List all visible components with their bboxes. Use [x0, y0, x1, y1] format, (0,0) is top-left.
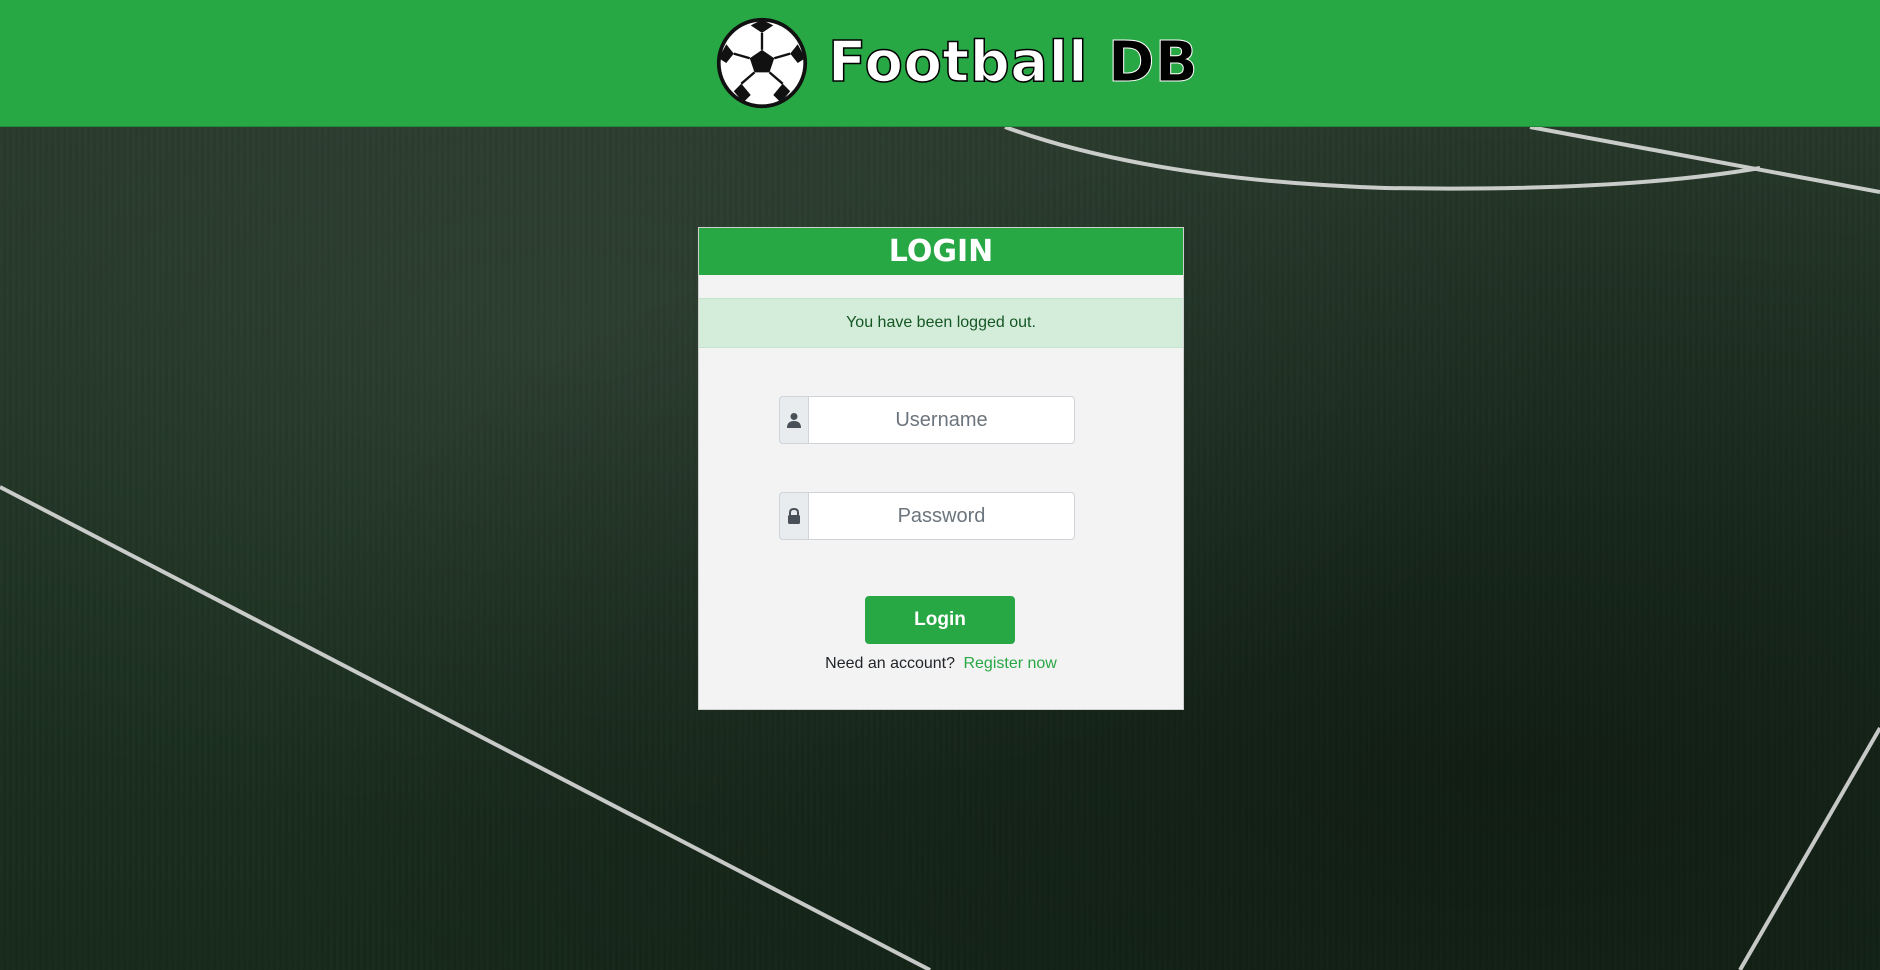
soccer-ball-icon — [716, 17, 808, 109]
logout-alert: You have been logged out. — [699, 298, 1183, 348]
username-group — [779, 396, 1075, 444]
register-prompt: Need an account? — [825, 655, 956, 672]
brand-title-first: Football — [827, 30, 1088, 95]
password-input[interactable] — [808, 492, 1075, 540]
register-link[interactable]: Register now — [963, 655, 1056, 672]
username-input[interactable] — [808, 396, 1075, 444]
password-group — [779, 492, 1075, 540]
brand-title: Football DB — [827, 34, 1198, 92]
brand-logo[interactable]: Football DB — [710, 16, 1198, 110]
brand-title-second: DB — [1107, 30, 1199, 95]
login-title: LOGIN — [699, 228, 1183, 275]
user-icon — [779, 396, 808, 444]
login-button[interactable]: Login — [865, 596, 1015, 644]
login-card: LOGIN You have been logged out. Login Ne… — [698, 227, 1184, 710]
top-bar: Football DB — [0, 0, 1880, 127]
lock-icon — [779, 492, 808, 540]
register-line: Need an account? Register now — [699, 655, 1183, 673]
